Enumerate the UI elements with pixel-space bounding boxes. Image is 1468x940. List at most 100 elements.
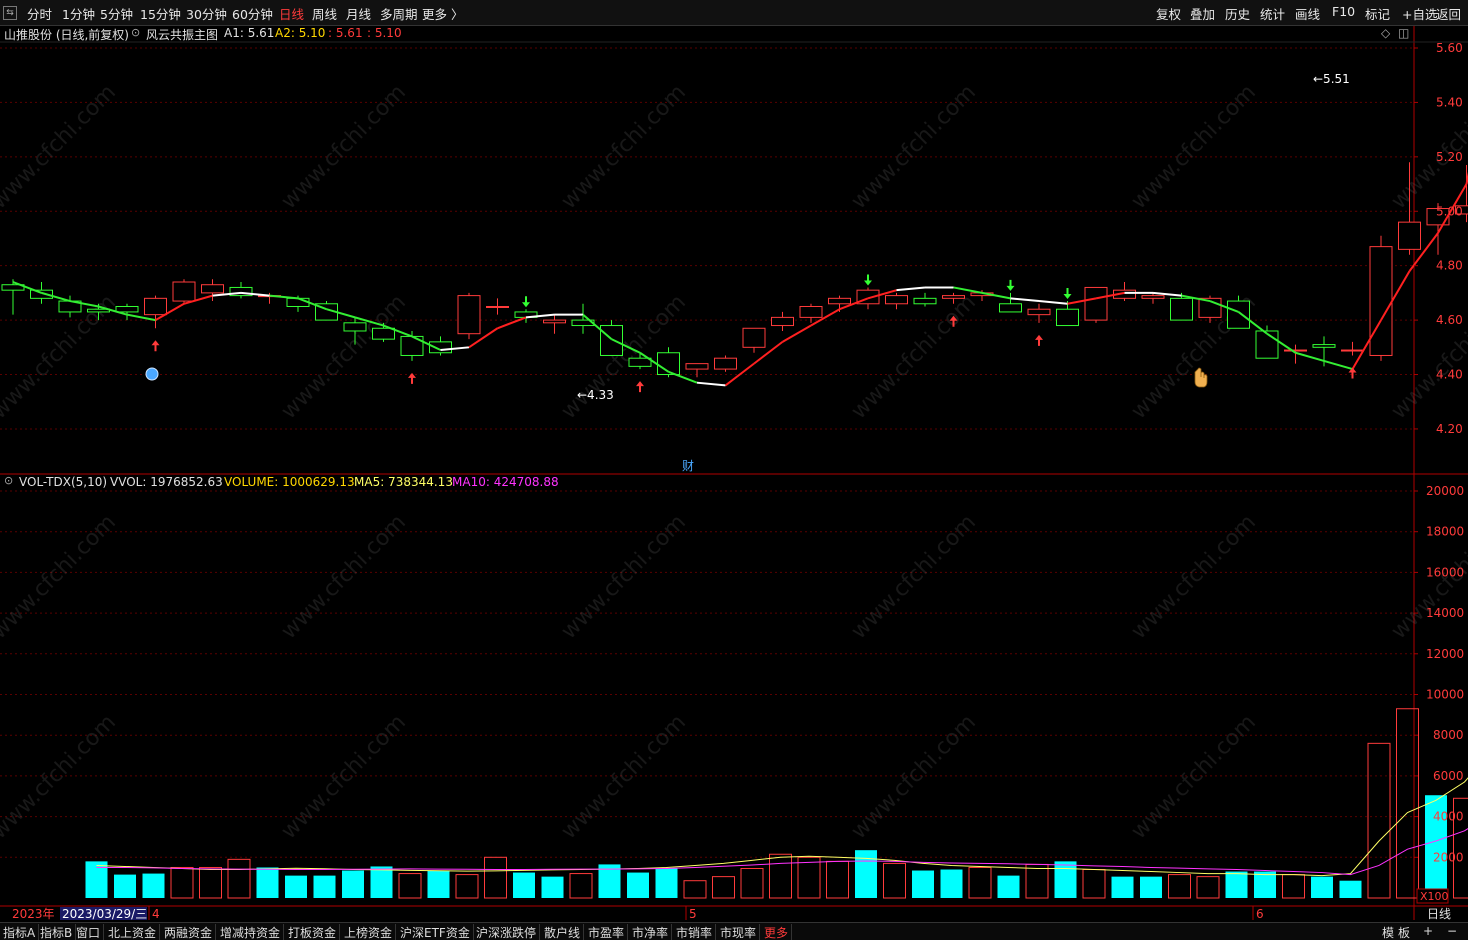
candle-body-28 — [799, 305, 823, 318]
period-tab-1[interactable]: 1分钟 — [62, 4, 95, 23]
volume-bar-7 — [285, 875, 307, 898]
indicator-tab-14[interactable]: 市现率 — [720, 924, 761, 940]
period-tab-0[interactable]: 分时 — [27, 4, 52, 23]
volume-bar-4 — [199, 866, 222, 899]
watermark-text-3: www.cfchi.com — [847, 80, 981, 214]
indicator-tab-6[interactable]: 打板资金 — [288, 924, 341, 940]
price-tick-label-4: 4.80 — [1436, 259, 1463, 273]
period-tab-2[interactable]: 5分钟 — [100, 4, 133, 23]
watermark-text-1: www.cfchi.com — [277, 80, 411, 214]
restore-icon[interactable]: ⇆ — [3, 6, 17, 20]
indicator-tab-8[interactable]: 沪深ETF资金 — [400, 924, 474, 940]
period-tab-10[interactable]: 更多 〉 — [422, 4, 463, 23]
candle-body-35 — [999, 303, 1022, 313]
period-toolbar: ⇆ 分时 1分钟 5分钟 15分钟 30分钟 60分钟 日线 周线 月线 多周期 更多 〉 复权 叠加… — [0, 0, 1468, 26]
bottom-control-2[interactable]: + — [1423, 924, 1436, 938]
candle-body-40 — [1141, 295, 1165, 299]
volume-bar-21 — [683, 880, 707, 899]
indicator-tab-3[interactable]: 北上资金 — [108, 924, 161, 940]
volume-bar-33 — [1025, 863, 1049, 899]
tool-button-3[interactable]: 统计 — [1260, 4, 1285, 23]
bottom-control-3[interactable]: − — [1447, 924, 1460, 938]
hand-cursor-icon — [1194, 367, 1208, 388]
tool-button-6[interactable]: 标记 — [1365, 4, 1390, 23]
tool-button-7[interactable]: +自选 — [1402, 4, 1437, 23]
volume-bar-12 — [427, 870, 450, 898]
volume-bar-6 — [256, 867, 279, 898]
tool-button-1[interactable]: 叠加 — [1190, 4, 1215, 23]
watermark-text-16: www.cfchi.com — [1127, 510, 1261, 644]
period-tab-5[interactable]: 60分钟 — [232, 4, 273, 23]
volume-bar-8 — [313, 875, 336, 898]
period-tab-7[interactable]: 周线 — [312, 4, 337, 23]
price-tick-label-0: 5.60 — [1436, 41, 1463, 55]
indicator-tab-13[interactable]: 市销率 — [676, 924, 717, 940]
price-tick-label-7: 4.20 — [1436, 422, 1463, 436]
indicator-tab-1[interactable]: 指标B — [40, 924, 77, 940]
volume-bar-0 — [85, 861, 108, 898]
watermark-text-14: www.cfchi.com — [557, 510, 691, 644]
indicator-tab-15[interactable]: 更多 — [764, 924, 793, 940]
volume-bar-19 — [627, 872, 649, 898]
candle-body-36 — [1027, 308, 1051, 316]
indicator-tab-7[interactable]: 上榜资金 — [344, 924, 397, 940]
indicator-tab-10[interactable]: 散户线 — [544, 924, 585, 940]
tool-button-4[interactable]: 画线 — [1295, 4, 1320, 23]
month-label-1: 5 — [689, 907, 697, 920]
indicator-tab-12[interactable]: 市净率 — [632, 924, 673, 940]
kline-chart[interactable]: www.cfchi.com www.cfchi.com www.cfchi.com w… — [0, 26, 1468, 920]
indicator-tab-5[interactable]: 增减持资金 — [220, 924, 285, 940]
sell-arrow-icon — [864, 274, 872, 286]
watermark-text-11: www.cfchi.com — [1387, 290, 1468, 424]
candle-body-10 — [286, 297, 310, 307]
volume-bar-16 — [541, 876, 564, 898]
period-tab-6[interactable]: 日线 — [279, 4, 304, 23]
tool-button-2[interactable]: 历史 — [1225, 4, 1250, 23]
candle-body-38 — [1084, 286, 1108, 321]
indicator-tab-9[interactable]: 沪深涨跌停 — [476, 924, 541, 940]
price-tick-label-2: 5.20 — [1436, 150, 1463, 164]
period-label: 日线 — [1427, 907, 1451, 920]
vol-tick-label-6: 8000 — [1433, 728, 1464, 742]
watermark-text-4: www.cfchi.com — [1127, 80, 1261, 214]
cursor-date-label: 2023/03/29/三 — [62, 907, 147, 920]
period-tab-4[interactable]: 30分钟 — [186, 4, 227, 23]
period-tab-8[interactable]: 月线 — [346, 4, 371, 23]
bottom-control-1[interactable]: 板 — [1398, 924, 1413, 940]
indicator-tab-2[interactable]: 窗口 — [76, 924, 105, 940]
volume-bar-20 — [655, 868, 678, 898]
candle-body-16 — [457, 295, 481, 335]
volume-bar-27 — [855, 850, 877, 898]
volume-bar-29 — [912, 870, 934, 898]
indicator-tab-0[interactable]: 指标A — [3, 924, 40, 940]
sell-arrow-icon — [522, 296, 530, 308]
volume-bar-35 — [1082, 869, 1106, 899]
tool-button-5[interactable]: F10 — [1332, 4, 1355, 19]
volume-bar-39 — [1196, 876, 1220, 899]
period-tab-9[interactable]: 多周期 — [380, 4, 418, 23]
volume-bar-25 — [797, 856, 821, 899]
candle-body-43 — [1227, 300, 1250, 329]
volume-bar-44 — [1339, 880, 1362, 898]
tool-button-0[interactable]: 复权 — [1156, 4, 1181, 23]
volume-bar-26 — [826, 860, 849, 899]
watermark-text-9: www.cfchi.com — [847, 290, 981, 424]
signal-line-segment-9 — [269, 294, 299, 300]
candle-body-37 — [1056, 308, 1079, 327]
indicator-tab-4[interactable]: 两融资金 — [164, 924, 217, 940]
buy-arrow-icon — [408, 372, 416, 384]
volume-bar-34 — [1054, 861, 1077, 898]
signal-line-segment-17 — [497, 316, 527, 330]
volume-bar-11 — [398, 873, 422, 899]
watermark-text-15: www.cfchi.com — [847, 510, 981, 644]
bottom-control-0[interactable]: 模 — [1382, 924, 1397, 940]
indicator-tab-11[interactable]: 市盈率 — [588, 924, 629, 940]
signal-line-segment-24 — [696, 381, 726, 387]
volume-bar-46 — [1396, 708, 1419, 899]
period-tab-3[interactable]: 15分钟 — [140, 4, 181, 23]
indicator-tab-bar: 指标A 指标B 窗口 北上资金 两融资金 增减持资金 打板资金 上榜资金 沪深ETF资金 沪深涨跌… — [0, 922, 1468, 940]
vol-tick-label-4: 12000 — [1426, 647, 1464, 661]
tool-button-8[interactable]: 返回 — [1436, 4, 1461, 23]
candle-body-7 — [201, 284, 224, 294]
vol-unit-label: X100 — [1420, 890, 1449, 903]
